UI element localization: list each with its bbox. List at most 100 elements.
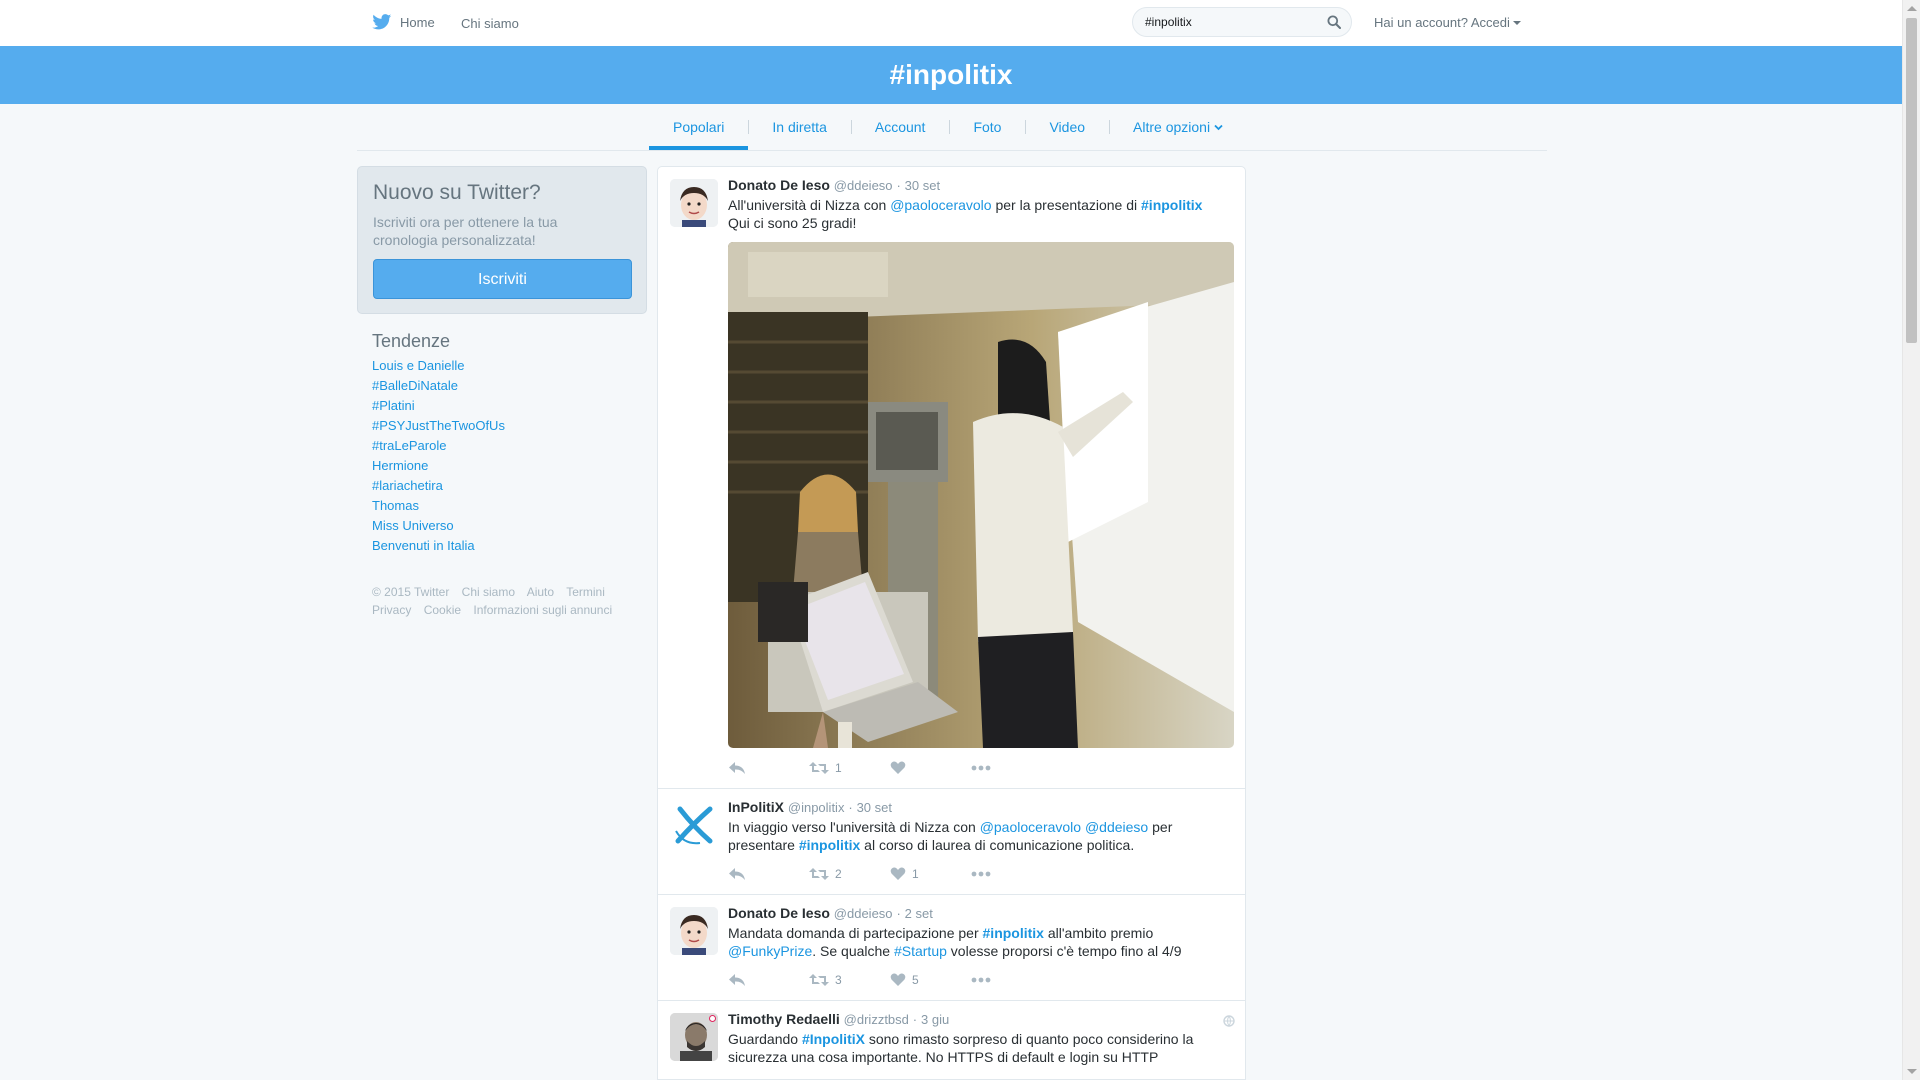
more-dots-icon	[971, 977, 991, 983]
trend-item[interactable]: #traLeParole	[372, 436, 642, 456]
trend-item[interactable]: #BalleDiNatale	[372, 376, 642, 396]
tab-altre-opzioni[interactable]: Altre opzioni	[1109, 104, 1247, 150]
trends-title: Tendenze	[372, 331, 451, 351]
trend-item[interactable]: #PSYJustTheTwoOfUs	[372, 416, 642, 436]
tab-altre-opzioni-label: Altre opzioni	[1133, 119, 1211, 135]
like-button[interactable]	[890, 761, 971, 775]
hashtag-link[interactable]: #InpolitiX	[802, 1031, 865, 1047]
tab-foto[interactable]: Foto	[949, 104, 1025, 150]
text-segment: In viaggio verso l'università di Nizza c…	[728, 819, 980, 835]
heart-icon	[890, 973, 906, 986]
scroll-up-arrow[interactable]	[1907, 6, 1917, 11]
tweet-text: Guardando #InpolitiX sono rimasto sorpre…	[728, 1030, 1233, 1066]
tweet[interactable]: Timothy Redaelli @drizztbsd · 3 giu Guar…	[658, 1001, 1245, 1079]
signup-button[interactable]: Iscriviti	[373, 259, 632, 299]
user-name[interactable]: Donato De Ieso	[728, 905, 830, 921]
about-link[interactable]: Chi siamo	[461, 16, 519, 31]
tweet-time[interactable]: 2 set	[905, 906, 933, 921]
reply-button[interactable]	[728, 973, 809, 987]
user-name[interactable]: InPolitiX	[728, 799, 784, 815]
mention-link[interactable]: @ddeieso	[1085, 819, 1148, 835]
like-count: 1	[912, 867, 919, 881]
inpolitix-logo-icon	[675, 806, 713, 845]
avatar[interactable]	[670, 179, 718, 227]
retweet-button[interactable]: 2	[809, 867, 890, 881]
user-handle[interactable]: @ddeieso	[834, 906, 893, 921]
trend-item[interactable]: Hermione	[372, 456, 642, 476]
separator-dot: ·	[848, 800, 853, 815]
user-handle[interactable]: @ddeieso	[834, 178, 893, 193]
trend-item[interactable]: #lariachetira	[372, 476, 642, 496]
retweet-button[interactable]: 3	[809, 973, 890, 987]
footer-link[interactable]: Aiuto	[527, 585, 554, 599]
reply-icon	[729, 762, 745, 774]
reply-button[interactable]	[728, 867, 809, 881]
tweet-text: Mandata domanda di partecipazione per #i…	[728, 924, 1233, 960]
search-input[interactable]	[1143, 14, 1327, 30]
tab-popolari[interactable]: Popolari	[649, 104, 749, 150]
tweet-time[interactable]: 30 set	[905, 178, 940, 193]
tweet[interactable]: Donato De Ieso @ddeieso · 30 set All'uni…	[658, 167, 1245, 789]
user-handle[interactable]: @inpolitix	[788, 800, 845, 815]
tweet-actions: 3 5	[728, 973, 1052, 987]
trend-item[interactable]: Louis e Danielle	[372, 356, 642, 376]
search-icon[interactable]	[1327, 15, 1341, 29]
mention-link[interactable]: @paoloceravolo	[890, 197, 991, 213]
tab-video[interactable]: Video	[1025, 104, 1109, 150]
avatar[interactable]	[670, 907, 718, 955]
footer-row: Privacy Cookie Informazioni sugli annunc…	[372, 601, 642, 619]
tweet[interactable]: InPolitiX @inpolitix · 30 set In viaggio…	[658, 789, 1245, 895]
user-name[interactable]: Donato De Ieso	[728, 177, 830, 193]
trends-module: Tendenze Louis e Danielle #BalleDiNatale…	[372, 331, 642, 556]
hashtag-link[interactable]: #Startup	[894, 943, 947, 959]
footer-link[interactable]: Chi siamo	[462, 585, 515, 599]
user-name[interactable]: Timothy Redaelli	[728, 1011, 840, 1027]
trend-item[interactable]: Benvenuti in Italia	[372, 536, 642, 556]
footer-link[interactable]: Cookie	[424, 603, 461, 617]
scroll-down-arrow[interactable]	[1907, 1069, 1917, 1074]
user-handle[interactable]: @drizztbsd	[844, 1012, 909, 1027]
tweet-header: InPolitiX @inpolitix · 30 set	[728, 798, 1233, 817]
tweet-time[interactable]: 3 giu	[921, 1012, 949, 1027]
trend-item[interactable]: Thomas	[372, 496, 642, 516]
more-button[interactable]	[971, 977, 1052, 983]
reply-icon	[729, 868, 745, 880]
mention-link[interactable]: @paoloceravolo	[980, 819, 1081, 835]
retweet-button[interactable]: 1	[809, 761, 890, 775]
copyright: © 2015 Twitter	[372, 585, 450, 599]
tab-account[interactable]: Account	[850, 104, 950, 150]
text-segment: All'università di Nizza con	[728, 197, 891, 213]
hashtag-link[interactable]: #inpolitix	[1141, 197, 1202, 213]
scrollbar-thumb[interactable]	[1906, 18, 1917, 343]
tweet[interactable]: Donato De Ieso @ddeieso · 2 set Mandata …	[658, 895, 1245, 1001]
more-button[interactable]	[971, 871, 1052, 877]
text-segment: all'ambito premio	[1043, 925, 1154, 941]
top-navigation-bar: Home Chi siamo Hai un account? Accedi	[0, 0, 1902, 47]
footer-link[interactable]: Termini	[566, 585, 605, 599]
text-segment: Qui ci sono 25 gradi!	[728, 215, 857, 231]
hashtag-link[interactable]: #inpolitix	[983, 925, 1044, 941]
notification-dot	[709, 1015, 716, 1022]
reply-button[interactable]	[728, 761, 809, 775]
hashtag-link[interactable]: #inpolitix	[799, 837, 860, 853]
hashtag-banner: #inpolitix	[0, 46, 1902, 104]
more-button[interactable]	[971, 765, 1052, 771]
tweet-photo[interactable]	[728, 242, 1234, 748]
mention-link[interactable]: @FunkyPrize	[728, 943, 812, 959]
tweet-time[interactable]: 30 set	[857, 800, 892, 815]
login-dropdown[interactable]: Hai un account? Accedi	[1374, 15, 1521, 30]
like-button[interactable]: 5	[890, 973, 971, 987]
footer-link[interactable]: Privacy	[372, 603, 411, 617]
trend-item[interactable]: Miss Universo	[372, 516, 642, 536]
page-scrollbar[interactable]	[1902, 0, 1920, 1080]
tab-in-diretta[interactable]: In diretta	[748, 104, 850, 150]
trend-item[interactable]: #Platini	[372, 396, 642, 416]
home-link[interactable]: Home	[372, 14, 435, 30]
avatar[interactable]	[670, 1013, 718, 1061]
avatar[interactable]	[670, 801, 718, 849]
home-label: Home	[400, 14, 435, 30]
footer-link[interactable]: Informazioni sugli annunci	[473, 603, 612, 617]
retweet-icon	[809, 868, 829, 880]
tweet-text: In viaggio verso l'università di Nizza c…	[728, 818, 1233, 854]
like-button[interactable]: 1	[890, 867, 971, 881]
